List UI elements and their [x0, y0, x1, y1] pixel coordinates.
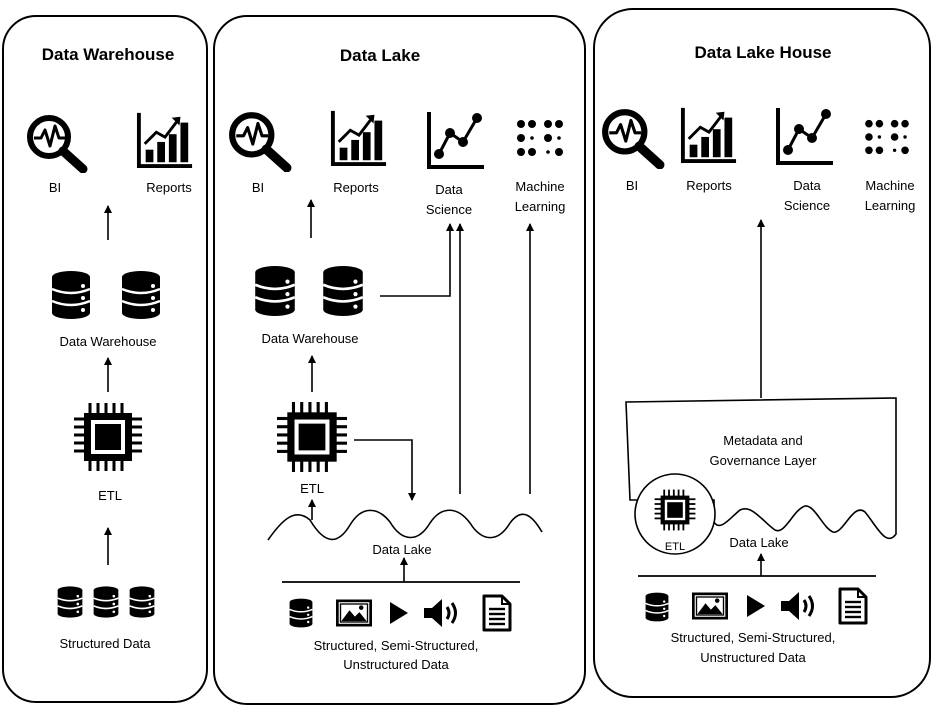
- data-science-label-line2: Science: [425, 202, 473, 217]
- etl-label: ETL: [664, 541, 686, 553]
- reports-label: Reports: [686, 178, 732, 193]
- etl-label: ETL: [98, 488, 122, 503]
- source-label-line2: Unstructured Data: [700, 650, 806, 665]
- document-icon: [838, 587, 868, 625]
- data-lake-label: Data Lake: [372, 542, 432, 557]
- data-warehouse-label: Data Warehouse: [59, 334, 157, 349]
- magnifier-pulse-icon: [605, 112, 660, 165]
- line-chart-icon: [427, 110, 486, 169]
- reports-label: Reports: [146, 180, 192, 195]
- speaker-icon: [422, 597, 457, 629]
- magnifier-pulse-icon: [232, 115, 287, 168]
- database-icon: [93, 585, 119, 619]
- cpu-chip-icon: [276, 401, 348, 473]
- source-label-line2: Unstructured Data: [343, 657, 449, 672]
- data-warehouse-label: Data Warehouse: [261, 331, 359, 346]
- database-icon: [253, 265, 297, 317]
- machine-learning-label-line1: Machine: [865, 178, 915, 193]
- arrow: [380, 223, 454, 297]
- source-label-line1: Structured, Semi-Structured,: [670, 630, 836, 645]
- data-lake-wave: [267, 509, 543, 541]
- bar-chart-icon: [136, 111, 194, 169]
- magnifier-pulse-icon: [30, 118, 83, 169]
- speaker-icon: [779, 590, 814, 622]
- source-label-line1: Structured, Semi-Structured,: [313, 638, 479, 653]
- bar-chart-icon: [680, 106, 738, 164]
- database-icon: [50, 270, 92, 320]
- panel-title: Data Lake: [339, 46, 421, 65]
- etl-label: ETL: [300, 481, 324, 496]
- play-icon: [747, 595, 765, 617]
- data-science-label-line1: Data: [435, 182, 463, 197]
- panel-title: Data Warehouse: [41, 45, 175, 64]
- cpu-chip-icon: [654, 489, 696, 531]
- bar-chart-icon: [330, 109, 388, 167]
- bi-label: BI: [625, 178, 639, 193]
- play-icon: [390, 602, 408, 624]
- data-science-label-line2: Science: [783, 198, 831, 213]
- arrow: [354, 439, 416, 501]
- database-icon: [289, 597, 313, 629]
- database-icon: [645, 591, 669, 623]
- machine-learning-label-line2: Learning: [514, 199, 566, 214]
- document-icon: [482, 594, 512, 632]
- data-lake-label: Data Lake: [729, 535, 789, 550]
- image-icon: [692, 592, 728, 620]
- cpu-chip-icon: [73, 402, 143, 472]
- source-label: Structured Data: [59, 636, 151, 651]
- line-chart-icon: [776, 106, 835, 165]
- diagram-graphics: [0, 106, 909, 632]
- bi-label: BI: [48, 180, 62, 195]
- machine-learning-label-line2: Learning: [864, 198, 916, 213]
- bi-label: BI: [251, 180, 265, 195]
- machine-learning-label-line1: Machine: [515, 179, 565, 194]
- database-icon: [57, 585, 83, 619]
- data-science-label-line1: Data: [793, 178, 821, 193]
- metadata-label-line1: Metadata and: [723, 433, 803, 448]
- reports-label: Reports: [333, 180, 379, 195]
- database-icon: [120, 270, 162, 320]
- image-icon: [336, 599, 372, 627]
- metadata-label-line2: Governance Layer: [709, 453, 817, 468]
- database-icon: [321, 265, 365, 317]
- panel-title: Data Lake House: [694, 43, 832, 62]
- braille-dots-icon: [517, 120, 563, 156]
- braille-dots-icon: [865, 119, 909, 155]
- database-icon: [129, 585, 155, 619]
